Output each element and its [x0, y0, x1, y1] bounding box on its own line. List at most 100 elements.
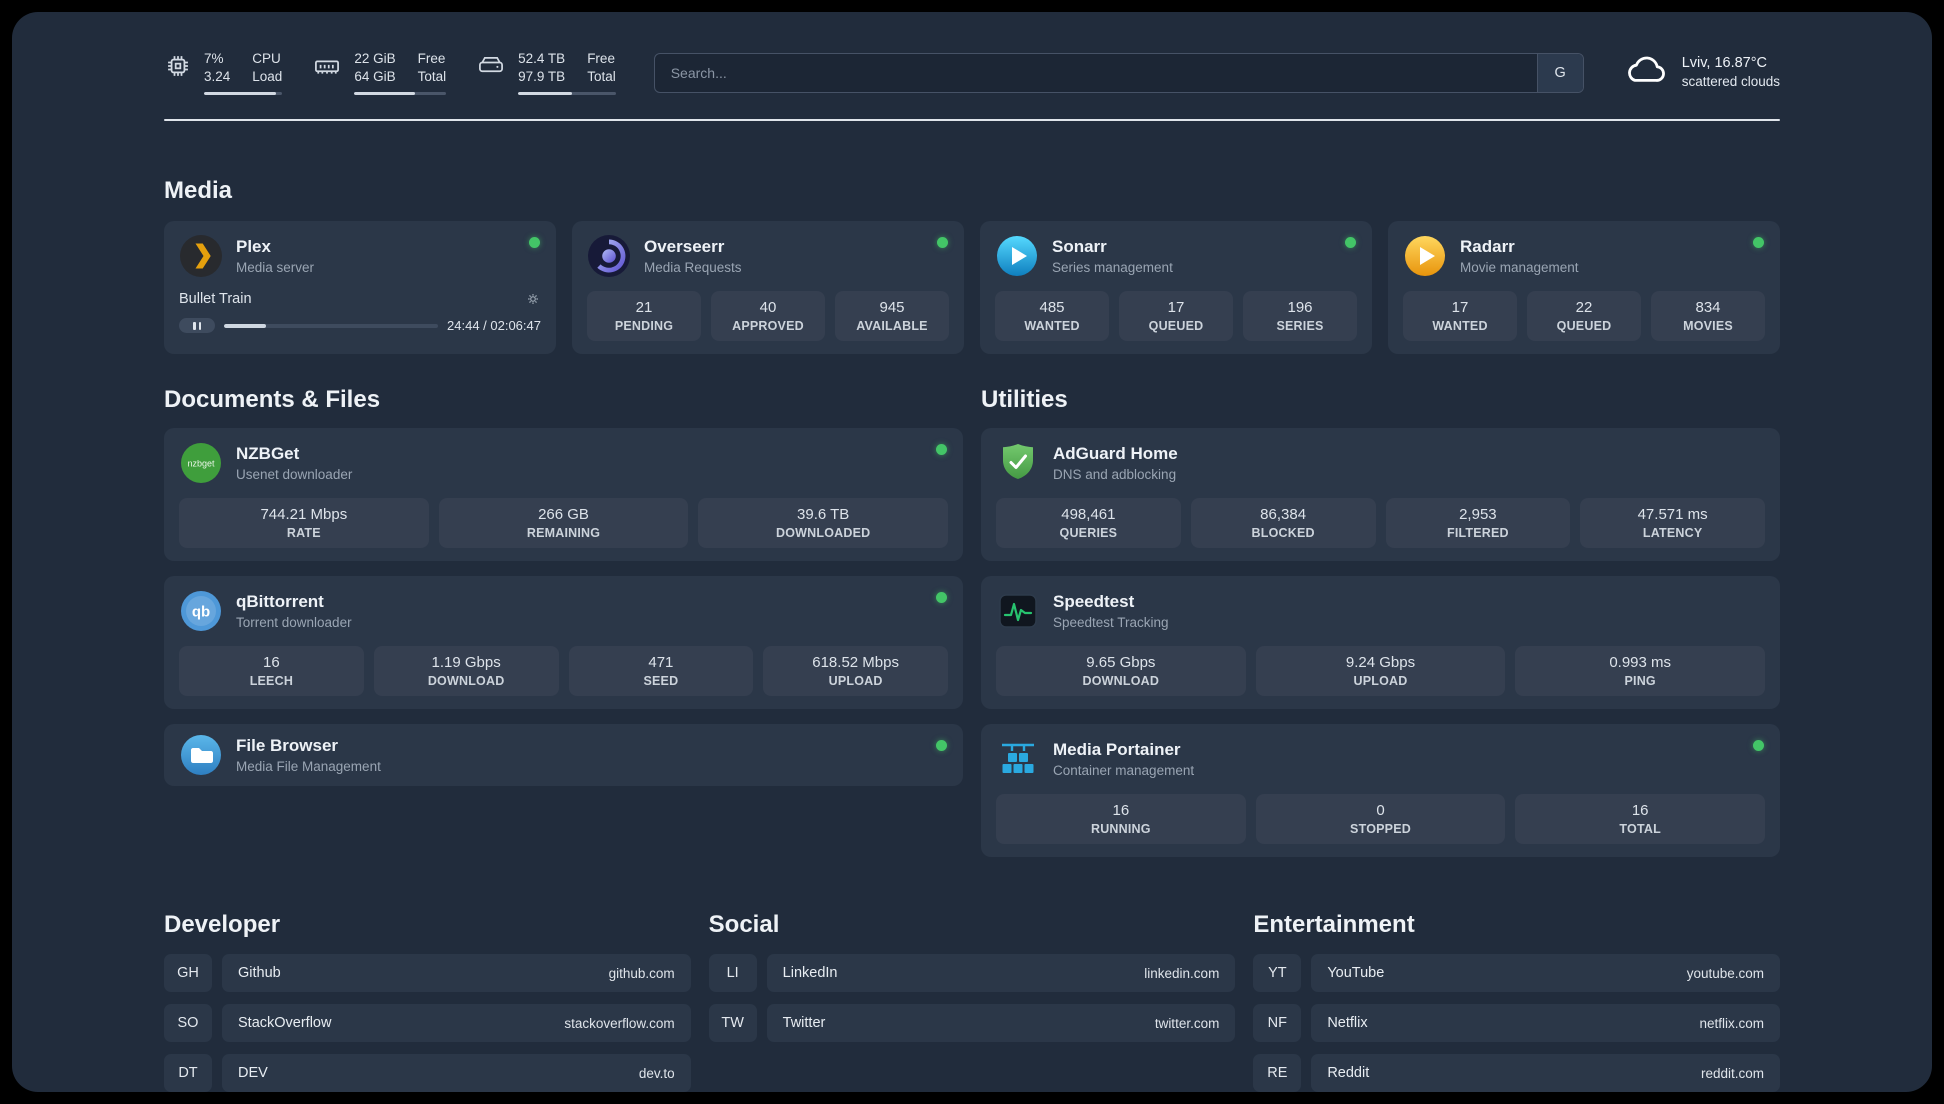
bookmark-reddit[interactable]: RE Reddit reddit.com	[1253, 1054, 1780, 1092]
bookmark-linkedin[interactable]: LI LinkedIn linkedin.com	[708, 954, 1236, 993]
stat-tile: 86,384 BLOCKED	[1190, 498, 1376, 549]
stat-value: 0	[1376, 802, 1385, 820]
stat-tile: 1.19 Gbps DOWNLOAD	[373, 646, 559, 697]
stat-tile: 16 LEECH	[179, 646, 364, 697]
search-bar[interactable]: G	[653, 52, 1584, 93]
stat-value: 47.571 ms	[1637, 506, 1708, 524]
cpu-load-value: 3.24	[204, 69, 231, 85]
bookmark-abbr: SO	[164, 1004, 212, 1043]
stat-label: WANTED	[1024, 319, 1080, 334]
stat-label: STOPPED	[1350, 822, 1411, 837]
stat-value: 1.19 Gbps	[431, 654, 501, 672]
app-card-speedtest[interactable]: Speedtest Speedtest Tracking 9.65 Gbps D…	[981, 576, 1780, 710]
bookmark-stackoverflow[interactable]: SO StackOverflow stackoverflow.com	[164, 1004, 691, 1043]
section-title-documents: Documents & Files	[164, 386, 381, 414]
stat-tile: 16 TOTAL	[1515, 794, 1766, 845]
stat-tile: 16 RUNNING	[996, 794, 1246, 845]
app-name: NZBGet	[236, 444, 300, 464]
stat-label: LEECH	[249, 674, 294, 689]
playback-progress-bar[interactable]	[224, 323, 439, 328]
stat-label: MOVIES	[1683, 319, 1733, 334]
app-card-sonarr[interactable]: Sonarr Series management 485 WANTED 17 Q…	[980, 221, 1372, 355]
stat-tile: 498,461 QUERIES	[996, 498, 1181, 549]
weather-condition: scattered clouds	[1681, 74, 1780, 90]
bookmark-name: LinkedIn	[782, 965, 838, 982]
app-desc: Series management	[1052, 260, 1173, 276]
speedtest-icon	[996, 589, 1040, 633]
cpu-label: CPU	[252, 51, 281, 66]
app-name: Radarr	[1460, 237, 1515, 257]
app-name: qBittorrent	[236, 592, 324, 612]
stat-value: 17	[1451, 299, 1469, 317]
stat-label: RATE	[286, 526, 321, 541]
social-column: Social LI LinkedIn linkedin.com TW Twitt…	[708, 911, 1236, 1092]
app-card-overseerr[interactable]: Overseerr Media Requests 21 PENDING 40 A…	[572, 221, 964, 355]
search-engine-button[interactable]: G	[1536, 53, 1583, 92]
stat-tile: 945 AVAILABLE	[835, 291, 949, 342]
utilities-column: Utilities AdGuard Home DNS and adblockin…	[981, 386, 1780, 858]
stat-value: 16	[1112, 802, 1130, 820]
disk-total-label: Total	[587, 69, 616, 85]
bookmark-url: linkedin.com	[1144, 965, 1220, 981]
bookmark-url: stackoverflow.com	[564, 1015, 675, 1031]
stat-value: 86,384	[1260, 506, 1307, 524]
stat-tile: 9.65 Gbps DOWNLOAD	[996, 646, 1246, 697]
stat-label: UPLOAD	[828, 674, 883, 689]
stat-label: DOWNLOADED	[776, 526, 871, 541]
app-card-portainer[interactable]: Media Portainer Container management 16 …	[981, 724, 1780, 858]
disk-free-label: Free	[587, 51, 615, 66]
bookmark-dev[interactable]: DT DEV dev.to	[164, 1054, 691, 1092]
bookmark-abbr: YT	[1253, 954, 1302, 993]
bookmark-github[interactable]: GH Github github.com	[164, 954, 691, 993]
bookmark-youtube[interactable]: YT YouTube youtube.com	[1253, 954, 1780, 993]
app-name: Sonarr	[1052, 237, 1107, 257]
bookmark-name: DEV	[238, 1065, 268, 1082]
bookmark-abbr: GH	[164, 954, 212, 993]
svg-text:nzbget: nzbget	[187, 459, 215, 469]
app-card-filebrowser[interactable]: File Browser Media File Management	[164, 724, 963, 787]
weather-widget: Lviv, 16.87°C scattered clouds	[1622, 52, 1780, 93]
bookmark-pill: StackOverflow stackoverflow.com	[222, 1004, 691, 1043]
stat-tile: 0.993 ms PING	[1515, 646, 1766, 697]
stat-label: SERIES	[1276, 319, 1324, 334]
bookmark-url: youtube.com	[1686, 965, 1764, 981]
stat-label: PENDING	[614, 319, 674, 334]
pause-button[interactable]	[179, 318, 215, 334]
stat-value: 21	[635, 299, 653, 317]
stat-label: UPLOAD	[1353, 674, 1408, 689]
stat-value: 9.65 Gbps	[1086, 654, 1156, 672]
stat-value: 471	[648, 654, 674, 672]
cpu-load-label: Load	[252, 69, 283, 85]
bookmark-name: Twitter	[782, 1015, 826, 1032]
stat-label: FILTERED	[1446, 526, 1509, 541]
gear-icon[interactable]	[525, 291, 541, 307]
cloud-icon	[1622, 52, 1670, 93]
radarr-icon	[1403, 234, 1447, 278]
app-desc: Torrent downloader	[236, 615, 352, 631]
stat-label: REMAINING	[526, 526, 601, 541]
stat-value: 744.21 Mbps	[260, 506, 348, 524]
bookmark-pill: Twitter twitter.com	[766, 1004, 1236, 1043]
app-desc: DNS and adblocking	[1053, 467, 1177, 483]
app-card-qbittorrent[interactable]: qb qBittorrent Torrent downloader 16 LEE…	[164, 576, 963, 710]
stat-value: 0.993 ms	[1609, 654, 1672, 672]
app-card-adguard[interactable]: AdGuard Home DNS and adblocking 498,461 …	[981, 428, 1780, 562]
app-card-plex[interactable]: Plex Media server Bullet Train 24:44 / 0…	[164, 221, 556, 355]
bookmark-abbr: NF	[1253, 1004, 1302, 1043]
bookmark-twitter[interactable]: TW Twitter twitter.com	[708, 1004, 1236, 1043]
stat-tile: 2,953 FILTERED	[1385, 498, 1571, 549]
search-input[interactable]	[654, 64, 1537, 81]
bookmark-name: Github	[238, 965, 281, 982]
bookmark-name: Netflix	[1327, 1015, 1368, 1032]
app-card-nzbget[interactable]: nzbget NZBGet Usenet downloader 744.21 M…	[164, 428, 963, 562]
stat-tile: 21 PENDING	[587, 291, 701, 342]
bookmark-netflix[interactable]: NF Netflix netflix.com	[1253, 1004, 1780, 1043]
stat-label: LATENCY	[1642, 526, 1703, 541]
stat-label: QUEUED	[1556, 319, 1612, 334]
header-divider	[164, 119, 1780, 122]
bookmark-name: StackOverflow	[238, 1015, 332, 1032]
stat-value: 196	[1287, 299, 1313, 317]
adguard-icon	[996, 441, 1040, 485]
ram-free-value: 22 GiB	[354, 51, 396, 66]
app-card-radarr[interactable]: Radarr Movie management 17 WANTED 22 QUE…	[1388, 221, 1780, 355]
